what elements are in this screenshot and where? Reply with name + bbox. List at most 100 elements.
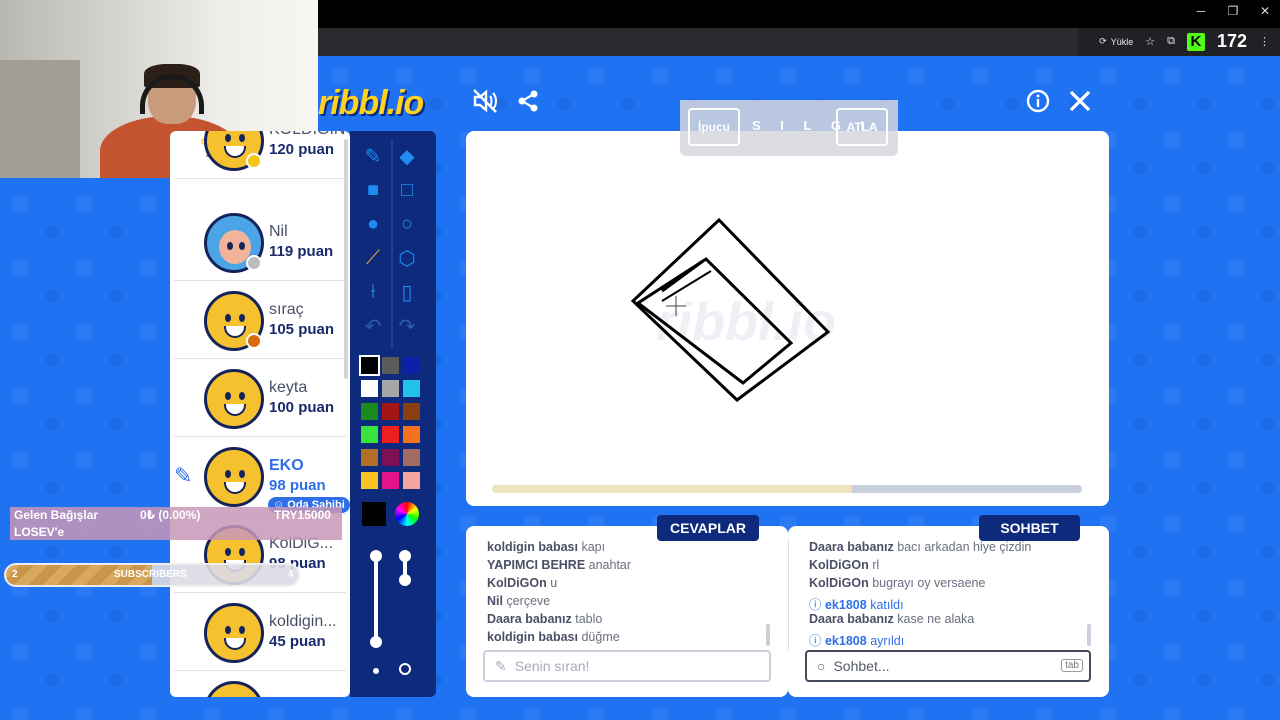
color-swatch[interactable] xyxy=(403,426,420,443)
more-menu-icon[interactable]: ⋮ xyxy=(1259,35,1270,48)
message-user: Nil xyxy=(487,594,503,608)
color-swatch[interactable] xyxy=(382,449,399,466)
player-entry[interactable] xyxy=(174,673,346,697)
brush-size-slider[interactable] xyxy=(374,556,378,644)
player-list[interactable]: 🏆 1 KOLDİGİN MC... 120 puan Nil 119 puan… xyxy=(170,131,350,697)
color-swatch[interactable] xyxy=(361,380,378,397)
undo-icon[interactable]: ↶ xyxy=(358,311,388,341)
player-score: 105 puan xyxy=(269,321,335,338)
filled-circle-icon[interactable]: ● xyxy=(358,209,388,239)
donation-widget: Gelen Bağışlar 0₺ (0.00%) TRY15000 LOSEV… xyxy=(10,507,342,540)
hint-button[interactable]: İpucu xyxy=(688,108,740,146)
opacity-knob[interactable] xyxy=(399,574,411,586)
color-swatch[interactable] xyxy=(382,403,399,420)
color-swatch[interactable] xyxy=(359,355,380,376)
player-entry[interactable]: koldigin... 45 puan xyxy=(174,595,346,671)
player-entry[interactable]: Nil 119 puan xyxy=(174,205,346,281)
tab-chat[interactable]: SOHBET xyxy=(979,515,1080,541)
eraser-icon[interactable]: ⬡ xyxy=(392,243,422,273)
color-swatch[interactable] xyxy=(382,357,399,374)
chat-input[interactable]: ○ Sohbet... tab xyxy=(805,650,1091,682)
player-name: koldigin... xyxy=(269,613,337,630)
color-swatch[interactable] xyxy=(361,449,378,466)
minimize-icon[interactable]: ─ xyxy=(1194,4,1208,18)
player-entry-self[interactable]: ✎ EKO 98 puan ☺ Oda Sahibi xyxy=(174,439,350,515)
clear-page-icon[interactable]: ▯ xyxy=(392,277,422,307)
player-entry[interactable]: keyta 100 puan xyxy=(174,361,346,437)
color-swatch[interactable] xyxy=(403,380,420,397)
message-user: koldigin babası xyxy=(487,630,578,644)
player-entry[interactable]: 🏆 1 KOLDİGİN MC... 120 puan xyxy=(174,131,350,179)
message-text: kapı xyxy=(581,540,606,554)
upload-icon: ⟳ xyxy=(1099,36,1107,46)
color-swatch[interactable] xyxy=(382,380,399,397)
chat-message: koldigin babası kapı xyxy=(487,540,605,554)
chat-scrollbar[interactable] xyxy=(1087,624,1091,646)
donation-title: Gelen Bağışlar xyxy=(14,508,99,522)
answer-input[interactable]: ✎ Senin sıran! xyxy=(483,650,771,682)
chat-message: Daara babanız kase ne alaka xyxy=(809,612,974,626)
webcam-background-shelf xyxy=(0,60,80,178)
status-dot xyxy=(246,255,262,271)
avatar xyxy=(204,681,264,697)
player-name: sıraç xyxy=(269,301,304,318)
color-swatch[interactable] xyxy=(382,426,399,443)
share-icon[interactable] xyxy=(516,89,540,120)
pencil-tool-icon[interactable]: ✎ xyxy=(358,141,388,171)
color-wheel-icon[interactable] xyxy=(395,502,419,526)
answers-scrollbar[interactable] xyxy=(766,624,770,646)
color-swatch[interactable] xyxy=(361,426,378,443)
fill-bucket-icon[interactable]: ◆ xyxy=(392,141,422,171)
player-entry[interactable]: sıraç 105 puan xyxy=(174,283,346,359)
extension-icon[interactable]: ⧉ xyxy=(1167,35,1175,48)
upload-button[interactable]: ⟳ Yükle xyxy=(1099,36,1133,47)
chat-message: ⓘ ek1808 katıldı xyxy=(809,594,904,613)
message-text: düğme xyxy=(581,630,620,644)
message-user: Daara babanız xyxy=(487,612,572,626)
redo-icon[interactable]: ↷ xyxy=(392,311,422,341)
circle-outline-icon[interactable]: ○ xyxy=(392,209,422,239)
upload-label: Yükle xyxy=(1110,36,1134,47)
address-bar[interactable] xyxy=(318,28,1078,56)
color-swatch[interactable] xyxy=(382,472,399,489)
color-swatch[interactable] xyxy=(403,357,420,374)
color-swatch[interactable] xyxy=(403,449,420,466)
kick-viewer-count: 172 xyxy=(1216,31,1247,51)
restore-icon[interactable]: ❐ xyxy=(1226,4,1240,18)
chat-message: KolDiGOn bugrayı oy versaene xyxy=(809,576,985,590)
tab-answers[interactable]: CEVAPLAR xyxy=(657,515,759,541)
rect-outline-icon[interactable]: □ xyxy=(392,175,422,205)
drawing-canvas[interactable]: ribbl.io xyxy=(466,131,1109,506)
player-score: 119 puan xyxy=(269,243,334,260)
mute-icon[interactable] xyxy=(472,88,498,121)
line-tool-icon[interactable]: ⟋ xyxy=(358,243,388,273)
word-hint-bar: İpucu S I L G I ATLA xyxy=(680,100,898,156)
drawing-strokes xyxy=(630,217,831,402)
color-swatch[interactable] xyxy=(361,403,378,420)
eyedropper-icon[interactable]: ⟊ xyxy=(358,277,388,307)
crosshair-cursor-icon xyxy=(666,296,686,316)
chat-input-placeholder: Sohbet... xyxy=(833,658,890,674)
info-icon[interactable] xyxy=(1026,89,1050,120)
message-user: KolDiGOn xyxy=(809,576,869,590)
message-text: anahtar xyxy=(588,558,632,572)
color-swatch[interactable] xyxy=(403,472,420,489)
opacity-knob-top[interactable] xyxy=(399,550,411,562)
filled-rect-icon[interactable]: ■ xyxy=(358,175,388,205)
brush-size-knob-top[interactable] xyxy=(370,550,382,562)
chat-panel: Daara babanız bacı arkadan hiye çizdin Ko… xyxy=(788,526,1109,697)
close-icon[interactable] xyxy=(1068,89,1092,120)
message-text: bugrayı oy versaene xyxy=(872,576,986,590)
skip-button[interactable]: ATLA xyxy=(836,108,888,146)
brush-size-knob[interactable] xyxy=(370,636,382,648)
message-text: rl xyxy=(872,558,880,572)
answers-panel: koldigin babası kapı YAPIMCI BEHRE anahta… xyxy=(466,526,788,697)
color-swatch[interactable] xyxy=(361,472,378,489)
bookmark-star-icon[interactable]: ☆ xyxy=(1145,35,1155,48)
kick-logo-icon[interactable]: K xyxy=(1186,32,1205,51)
color-swatch[interactable] xyxy=(403,403,420,420)
round-timer-bar xyxy=(492,485,1082,493)
player-name: Nil xyxy=(269,223,288,240)
window-close-icon[interactable]: ✕ xyxy=(1258,4,1272,18)
round-timer-fill xyxy=(492,485,852,493)
